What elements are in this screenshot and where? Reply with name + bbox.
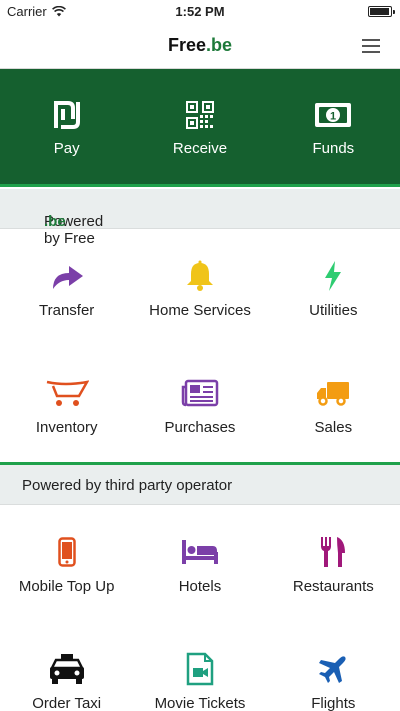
third-party-services-grid: Mobile Top Up Hotels Restaurants Order T… [0,505,400,711]
mobile-top-up-button[interactable]: Mobile Top Up [0,505,133,622]
transfer-label: Transfer [39,302,95,319]
app-title-main: Free [167,35,206,55]
receive-button[interactable]: Receive [133,69,266,184]
video-file-icon [186,652,214,686]
receive-label: Receive [172,140,228,157]
home-services-label: Home Services [149,302,251,319]
app-title: Free.be [0,35,400,56]
restaurants-label: Restaurants [292,578,374,595]
purchases-label: Purchases [164,419,236,436]
section-header-third-party: Powered by third party operator [0,465,400,505]
transfer-button[interactable]: Transfer [0,229,133,346]
movie-tickets-label: Movie Tickets [154,695,246,711]
flights-label: Flights [311,695,356,711]
qr-code-icon [185,101,214,129]
newspaper-icon [181,379,219,407]
banknote-icon: 1 [315,103,352,127]
sales-label: Sales [314,419,353,436]
pay-button[interactable]: Pay [0,69,133,184]
status-time: 1:52 PM [175,4,225,19]
plane-icon [319,656,346,683]
shekel-icon [53,101,80,129]
cutlery-icon [321,537,346,567]
bell-icon [186,260,213,291]
nav-bar: Free.be [0,24,400,69]
hotels-button[interactable]: Hotels [133,505,266,622]
section-header-freebe-suffix: .be [44,213,66,230]
utilities-label: Utilities [309,302,358,319]
section-header-third-party-label: Powered by third party operator [22,477,233,494]
app-title-suffix: .be [206,35,233,55]
bed-icon [181,540,218,564]
utilities-button[interactable]: Utilities [267,229,400,346]
inventory-button[interactable]: Inventory [0,346,133,463]
section-header-freebe: Powered by Free .be [0,189,400,247]
funds-button[interactable]: 1 Funds [267,69,400,184]
status-bar: Carrier 1:52 PM [0,0,400,24]
home-services-button[interactable]: Home Services [133,229,266,346]
inventory-label: Inventory [35,419,98,436]
sales-button[interactable]: Sales [267,346,400,463]
funds-label: Funds [312,140,355,157]
cart-icon [46,380,89,406]
movie-tickets-button[interactable]: Movie Tickets [133,622,266,711]
lightning-icon [325,261,342,291]
hero-actions: Pay Receive 1 Funds [0,69,400,187]
order-taxi-label: Order Taxi [32,695,102,711]
svg-text:1: 1 [330,111,336,123]
mobile-phone-icon [57,537,76,567]
flights-button[interactable]: Flights [267,622,400,711]
purchases-button[interactable]: Purchases [133,346,266,463]
taxi-icon [49,654,84,684]
mobile-top-up-label: Mobile Top Up [18,578,115,595]
freebe-services-grid: Transfer Home Services Utilities Invento… [0,229,400,463]
battery-icon [368,6,395,17]
order-taxi-button[interactable]: Order Taxi [0,622,133,711]
restaurants-button[interactable]: Restaurants [267,505,400,622]
forward-arrow-icon [52,266,83,289]
hamburger-menu-icon[interactable] [362,39,380,53]
hotels-label: Hotels [178,578,222,595]
truck-icon [317,382,350,406]
pay-label: Pay [53,140,80,157]
